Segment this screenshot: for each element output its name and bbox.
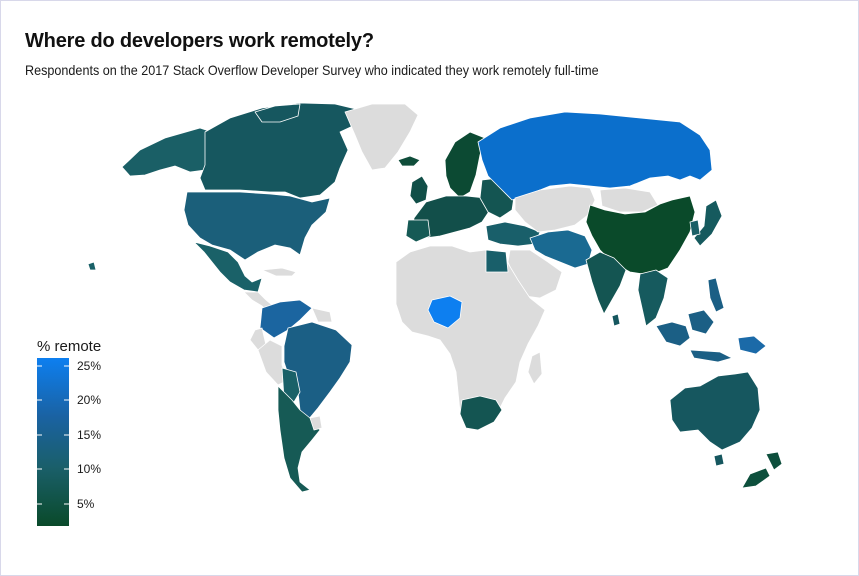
region-south-africa xyxy=(459,395,503,431)
region-sri-lanka xyxy=(611,313,621,327)
legend-tick-label: 20% xyxy=(77,393,102,407)
region-hawaii xyxy=(87,261,97,271)
legend-title: % remote xyxy=(37,338,102,355)
legend-tick-label: 15% xyxy=(77,428,102,442)
region-mongolia xyxy=(599,187,659,213)
region-southeast-asia xyxy=(637,269,669,327)
legend-tick-label: 5% xyxy=(77,497,95,511)
region-iberia xyxy=(405,219,431,243)
legend-tick-label: 10% xyxy=(77,462,102,476)
region-egypt xyxy=(485,249,509,273)
region-tasmania xyxy=(713,453,725,467)
world-choropleth-map xyxy=(87,102,783,493)
region-uk-ireland xyxy=(409,175,429,205)
region-alaska xyxy=(121,127,213,177)
region-australia xyxy=(669,371,761,451)
region-philippines xyxy=(707,277,725,313)
legend-tick-label: 25% xyxy=(77,359,102,373)
region-papua-new-guinea xyxy=(737,335,767,355)
legend-color-bar xyxy=(37,358,69,526)
region-caribbean xyxy=(261,267,297,277)
region-iceland xyxy=(397,155,421,167)
region-korea xyxy=(689,219,701,237)
region-russia xyxy=(477,111,713,201)
region-indonesia xyxy=(655,309,733,363)
region-new-zealand xyxy=(741,451,783,489)
region-madagascar xyxy=(527,351,543,385)
